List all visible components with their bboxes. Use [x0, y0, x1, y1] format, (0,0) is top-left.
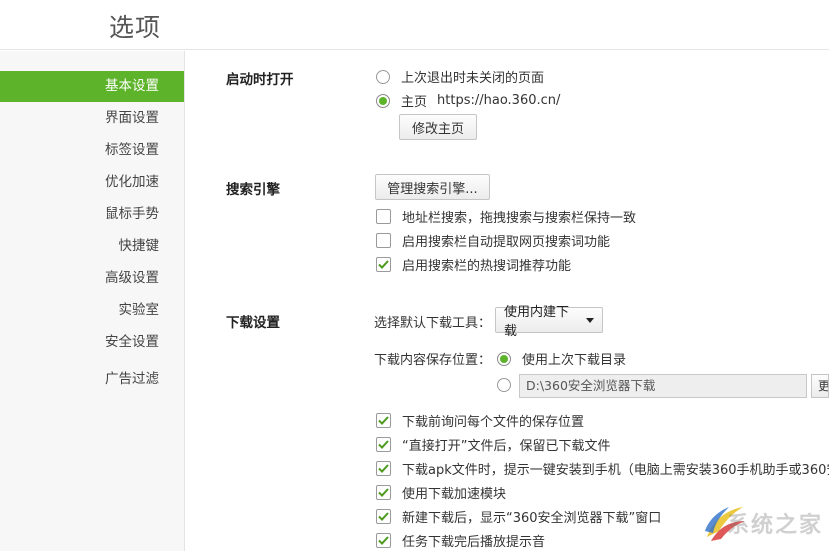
- download-option-5[interactable]: 任务下载完后播放提示音: [376, 531, 545, 550]
- search-option-label: 地址栏搜索，拖拽搜索与搜索栏保持一致: [402, 211, 637, 226]
- radio-icon[interactable]: [376, 69, 390, 84]
- watermark-text: 系统之家: [726, 513, 823, 538]
- edit-homepage-button[interactable]: 修改主页: [399, 114, 477, 140]
- download-option-3[interactable]: 使用下载加速模块: [376, 483, 506, 502]
- sidebar-item-adblock[interactable]: 广告过滤: [0, 364, 184, 395]
- radio-selected-icon[interactable]: [376, 93, 390, 108]
- checkbox-checked-icon[interactable]: [376, 413, 391, 428]
- browse-button[interactable]: 更: [811, 374, 829, 398]
- startup-option-last-label: 上次退出时未关闭的页面: [401, 71, 545, 86]
- search-option-label: 启用搜索栏的热搜词推荐功能: [402, 259, 572, 274]
- sidebar-item-basic[interactable]: 基本设置: [0, 71, 184, 102]
- search-section-title: 搜索引擎: [226, 182, 280, 198]
- download-path-input[interactable]: D:\360安全浏览器下载: [519, 374, 807, 398]
- sidebar-item-lab[interactable]: 实验室: [0, 295, 184, 326]
- checkbox-checked-icon[interactable]: [376, 509, 391, 524]
- sidebar-item-interface[interactable]: 界面设置: [0, 103, 184, 134]
- sidebar-item-shortcuts[interactable]: 快捷键: [0, 231, 184, 262]
- download-section-title: 下载设置: [226, 315, 280, 331]
- download-option-label: “直接打开”文件后，保留已下载文件: [402, 439, 611, 454]
- download-option-0[interactable]: 下载前询问每个文件的保存位置: [376, 411, 584, 430]
- download-option-1[interactable]: “直接打开”文件后，保留已下载文件: [376, 435, 610, 454]
- download-option-label: 下载apk文件时，提示一键安装到手机（电脑上需安装360手机助手或360安: [402, 463, 829, 478]
- checkbox-checked-icon[interactable]: [376, 437, 391, 452]
- checkbox-icon[interactable]: [376, 233, 391, 248]
- home-url: https://hao.360.cn/: [437, 93, 561, 108]
- search-option-1[interactable]: 启用搜索栏自动提取网页搜索词功能: [376, 231, 610, 250]
- download-tool-select[interactable]: 使用内建下载: [495, 305, 603, 339]
- sidebar-item-gestures[interactable]: 鼠标手势: [0, 199, 184, 230]
- startup-option-last-session[interactable]: 上次退出时未关闭的页面: [376, 67, 544, 86]
- download-option-2[interactable]: 下载apk文件时，提示一键安装到手机（电脑上需安装360手机助手或360安: [376, 459, 829, 478]
- radio-icon[interactable]: [497, 378, 511, 392]
- download-option-label: 下载前询问每个文件的保存位置: [402, 415, 585, 430]
- download-tool-label: 选择默认下载工具：: [374, 316, 492, 331]
- dropdown-caret-icon: [586, 317, 594, 323]
- checkbox-checked-icon[interactable]: [376, 257, 391, 272]
- checkbox-checked-icon[interactable]: [376, 485, 391, 500]
- download-option-label: 任务下载完后播放提示音: [402, 535, 546, 550]
- sidebar-item-advanced[interactable]: 高级设置: [0, 263, 184, 294]
- radio-selected-icon[interactable]: [497, 351, 511, 366]
- sidebar: 基本设置 界面设置 标签设置 优化加速 鼠标手势 快捷键 高级设置 实验室 安全…: [0, 51, 185, 551]
- download-option-label: 新建下载后，显示“360安全浏览器下载”窗口: [402, 511, 662, 526]
- header: 选项: [0, 0, 829, 50]
- manage-search-engines-button[interactable]: 管理搜索引擎...: [375, 174, 490, 200]
- page-title: 选项: [109, 13, 162, 42]
- checkbox-icon[interactable]: [376, 209, 391, 224]
- download-option-label: 使用下载加速模块: [402, 487, 507, 502]
- sidebar-item-security[interactable]: 安全设置: [0, 327, 184, 358]
- startup-section-title: 启动时打开: [226, 72, 294, 88]
- download-location-label: 下载内容保存位置：: [374, 353, 492, 368]
- checkbox-checked-icon[interactable]: [376, 461, 391, 476]
- startup-option-homepage[interactable]: 主页 https://hao.360.cn/: [376, 91, 560, 110]
- download-tool-value: 使用内建下载: [504, 305, 570, 339]
- download-option-4[interactable]: 新建下载后，显示“360安全浏览器下载”窗口: [376, 507, 661, 526]
- search-option-2[interactable]: 启用搜索栏的热搜词推荐功能: [376, 255, 571, 274]
- sidebar-item-optimize[interactable]: 优化加速: [0, 167, 184, 198]
- download-location-last-label: 使用上次下载目录: [522, 353, 627, 368]
- download-location-last[interactable]: 使用上次下载目录: [497, 349, 626, 368]
- search-option-label: 启用搜索栏自动提取网页搜索词功能: [402, 235, 611, 250]
- sidebar-item-tabs[interactable]: 标签设置: [0, 135, 184, 166]
- checkbox-checked-icon[interactable]: [376, 533, 391, 548]
- settings-panel: 启动时打开 上次退出时未关闭的页面 主页 https://hao.360.cn/…: [186, 51, 829, 551]
- search-option-0[interactable]: 地址栏搜索，拖拽搜索与搜索栏保持一致: [376, 207, 636, 226]
- watermark-logo: 系统之家: [699, 491, 829, 551]
- startup-option-home-label: 主页: [401, 95, 428, 110]
